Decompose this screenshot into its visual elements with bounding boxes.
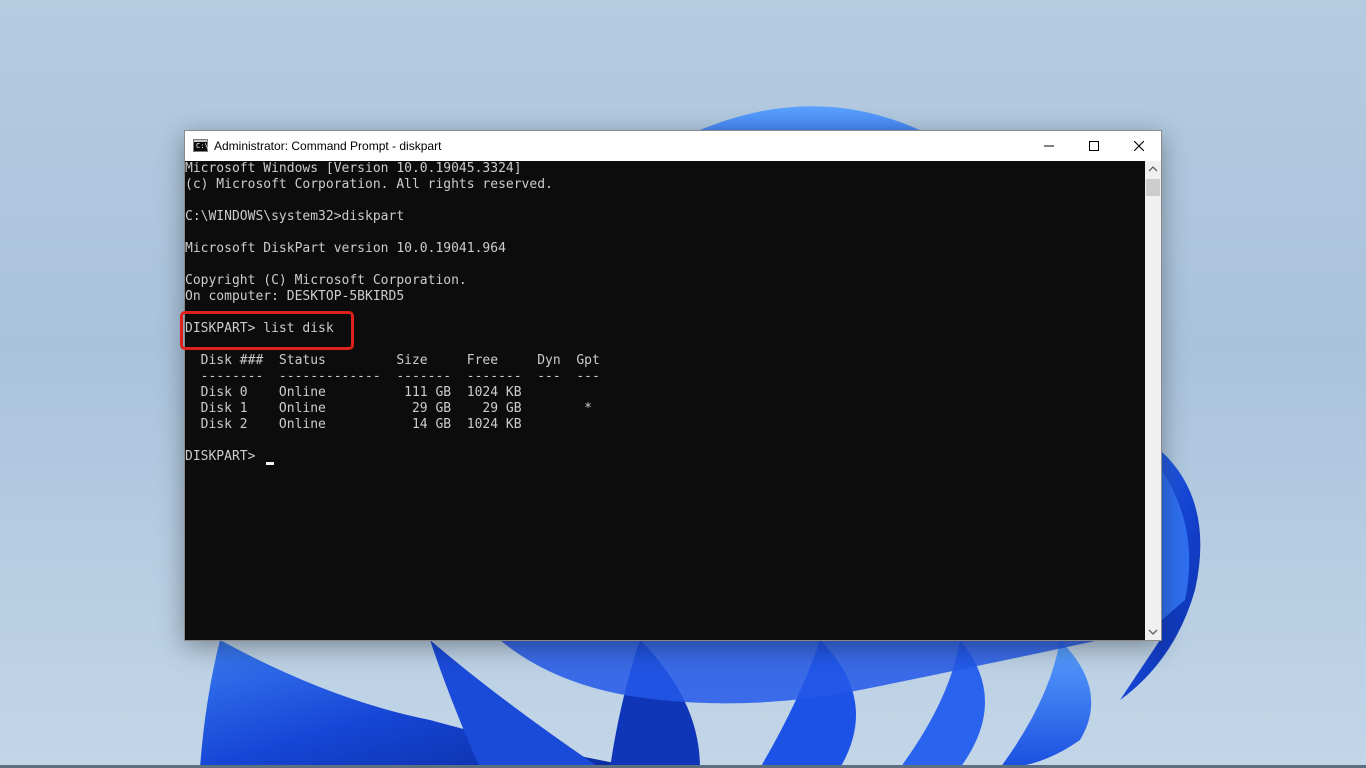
disk-table-row: Disk 0 Online 111 GB 1024 KB: [185, 385, 522, 400]
close-button[interactable]: [1116, 131, 1162, 161]
cmd-icon: C:\: [193, 139, 209, 152]
console-line: On computer: DESKTOP-5BKIRD5: [185, 289, 405, 304]
maximize-icon: [1089, 141, 1099, 151]
console-output[interactable]: Microsoft Windows [Version 10.0.19045.33…: [185, 161, 1145, 640]
disk-table-row: Disk 2 Online 14 GB 1024 KB: [185, 417, 522, 432]
console-line: Microsoft Windows [Version 10.0.19045.33…: [185, 161, 522, 176]
vertical-scrollbar[interactable]: [1145, 161, 1161, 640]
console-line: C:\WINDOWS\system32>diskpart: [185, 209, 405, 224]
highlight-box: [180, 311, 354, 350]
console-line: Microsoft DiskPart version 10.0.19041.96…: [185, 241, 506, 256]
chevron-up-icon: [1148, 166, 1158, 172]
scroll-thumb[interactable]: [1146, 179, 1160, 196]
disk-table-separator: -------- ------------- ------- ------- -…: [185, 369, 600, 384]
minimize-icon: [1044, 145, 1054, 147]
command-prompt-window[interactable]: C:\ Administrator: Command Prompt - disk…: [184, 130, 1162, 641]
console-prompt[interactable]: DISKPART>: [185, 449, 263, 465]
scroll-up-button[interactable]: [1145, 161, 1161, 177]
console-line: (c) Microsoft Corporation. All rights re…: [185, 177, 553, 192]
console-line: Copyright (C) Microsoft Corporation.: [185, 273, 467, 288]
disk-table-row: Disk 1 Online 29 GB 29 GB *: [185, 401, 592, 416]
scroll-down-button[interactable]: [1145, 624, 1161, 640]
chevron-down-icon: [1148, 629, 1158, 635]
maximize-button[interactable]: [1071, 131, 1117, 161]
title-bar[interactable]: C:\ Administrator: Command Prompt - disk…: [185, 131, 1161, 161]
minimize-button[interactable]: [1026, 131, 1072, 161]
close-icon: [1134, 141, 1144, 151]
text-cursor: [266, 462, 274, 465]
disk-table-header: Disk ### Status Size Free Dyn Gpt: [185, 353, 600, 368]
window-title: Administrator: Command Prompt - diskpart: [214, 139, 442, 153]
